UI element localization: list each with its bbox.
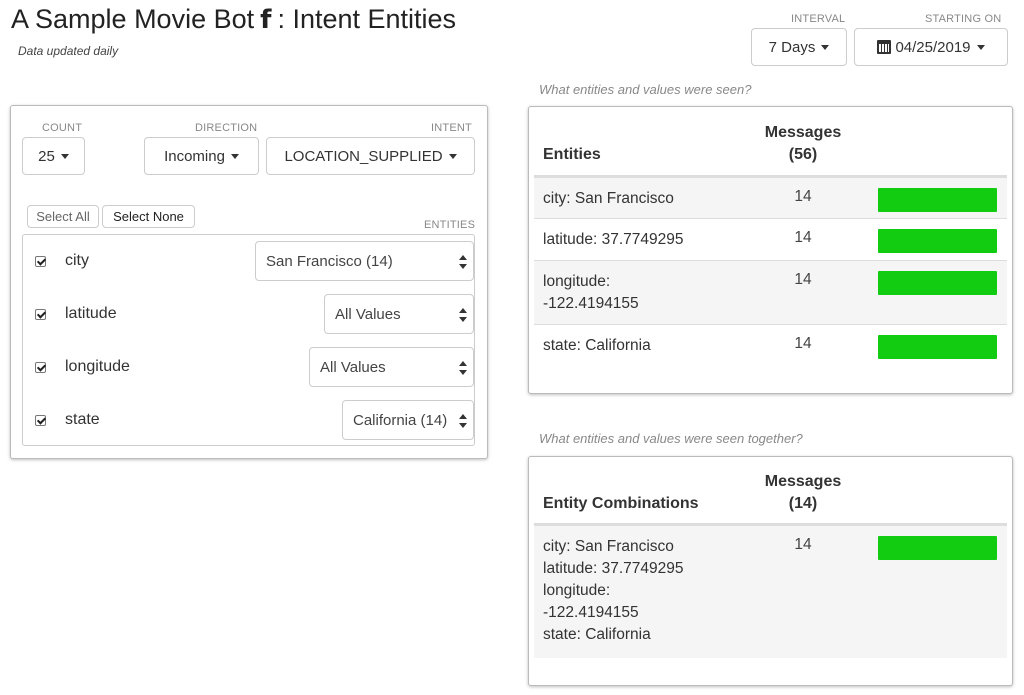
direction-label: DIRECTION (195, 122, 258, 134)
interval-dropdown[interactable]: 7 Days (751, 28, 847, 66)
table-row: latitude: 37.7749295 14 (534, 218, 1007, 260)
caret-down-icon (60, 153, 69, 159)
entity-name: city (65, 252, 89, 269)
select-value: All Values (320, 358, 386, 376)
count-bar (878, 271, 997, 295)
starting-on-value: 04/25/2019 (895, 38, 971, 56)
filter-panel: COUNT 25 DIRECTION Incoming INTENT LOCAT… (10, 105, 488, 459)
state-value-select[interactable]: California (14) (342, 400, 474, 440)
intent-dropdown[interactable]: LOCATION_SUPPLIED (266, 137, 475, 175)
entity-name: latitude (65, 305, 117, 322)
count-bar (878, 229, 997, 253)
entities-label: ENTITIES (424, 219, 476, 231)
city-checkbox[interactable] (35, 256, 46, 267)
table-row: state: California 14 (534, 324, 1007, 366)
latitude-checkbox[interactable] (35, 309, 46, 320)
messages-column-header: Messages (56) (749, 122, 857, 166)
count-bar (878, 536, 997, 560)
city-value-select[interactable]: San Francisco (14) (255, 241, 474, 281)
bot-name: A Sample Movie Bot (11, 4, 255, 34)
direction-value: Incoming (164, 147, 225, 165)
messages-header-total: (14) (788, 495, 818, 512)
count-label: COUNT (42, 122, 83, 134)
facebook-icon: f (260, 4, 272, 35)
entity-row-state: state California (14) (23, 400, 474, 440)
table-row: longitude: -122.4194155 14 (534, 260, 1007, 324)
updown-arrows-icon (459, 414, 467, 428)
page-title-suffix: : Intent Entities (277, 4, 457, 34)
messages-header-total: (56) (788, 146, 818, 163)
updown-arrows-icon (459, 361, 467, 375)
count-dropdown[interactable]: 25 (22, 137, 85, 175)
state-checkbox[interactable] (35, 415, 46, 426)
count-value: 25 (38, 147, 55, 165)
calendar-icon (877, 40, 892, 54)
entity-row-latitude: latitude All Values (23, 294, 474, 334)
entity-name: state (65, 411, 100, 428)
table-row: city: San Francisco 14 (534, 177, 1007, 218)
select-value: San Francisco (14) (266, 252, 393, 270)
caret-down-icon (448, 153, 457, 159)
entity-cell: longitude: -122.4194155 (543, 273, 639, 312)
interval-value: 7 Days (768, 38, 816, 56)
starting-on-label: STARTING ON (925, 13, 1002, 25)
direction-dropdown[interactable]: Incoming (144, 137, 259, 175)
count-cell: 14 (794, 229, 812, 246)
entity-cell: latitude: 37.7749295 (543, 231, 684, 248)
count-bar (878, 335, 997, 359)
count-cell: 14 (794, 188, 812, 205)
caret-down-icon (821, 44, 830, 50)
entities-list: city San Francisco (14) latitude All Val… (22, 234, 475, 446)
entities-column-header: Entities (543, 146, 601, 163)
entity-cell: state: California (543, 337, 651, 354)
longitude-value-select[interactable]: All Values (309, 347, 474, 387)
combination-cell: city: San Francisco latitude: 37.7749295… (543, 538, 684, 643)
entity-row-city: city San Francisco (14) (23, 241, 474, 281)
entity-row-longitude: longitude All Values (23, 347, 474, 387)
interval-label: INTERVAL (791, 13, 846, 25)
count-cell: 14 (794, 335, 812, 352)
messages-header-label: Messages (764, 473, 842, 490)
entities-question: What entities and values were seen? (539, 82, 752, 97)
count-cell: 14 (794, 271, 812, 288)
intent-label: INTENT (431, 122, 472, 134)
entities-table: Entities Messages (56) city: San Francis… (528, 106, 1013, 394)
count-cell: 14 (794, 536, 812, 553)
caret-down-icon (976, 44, 985, 50)
longitude-checkbox[interactable] (35, 362, 46, 373)
select-none-button[interactable]: Select None (102, 205, 195, 228)
entity-name: longitude (65, 358, 130, 375)
select-value: California (14) (353, 411, 448, 429)
caret-down-icon (230, 153, 239, 159)
updown-arrows-icon (459, 308, 467, 322)
starting-on-dropdown[interactable]: 04/25/2019 (854, 28, 1008, 66)
combinations-table: Entity Combinations Messages (14) city: … (528, 456, 1013, 686)
data-updated-note: Data updated daily (18, 44, 119, 58)
select-all-button[interactable]: Select All (27, 205, 99, 228)
entity-cell: city: San Francisco (543, 190, 674, 207)
intent-value: LOCATION_SUPPLIED (284, 147, 443, 165)
messages-header-label: Messages (764, 124, 842, 141)
updown-arrows-icon (459, 255, 467, 269)
count-bar (878, 188, 997, 212)
messages-column-header: Messages (14) (749, 471, 857, 515)
combinations-column-header: Entity Combinations (543, 495, 699, 512)
select-value: All Values (335, 305, 401, 323)
table-row: city: San Francisco latitude: 37.7749295… (534, 525, 1007, 658)
page-title: A Sample Movie Bot f : Intent Entities (11, 4, 456, 35)
latitude-value-select[interactable]: All Values (324, 294, 474, 334)
combinations-question: What entities and values were seen toget… (539, 431, 803, 446)
